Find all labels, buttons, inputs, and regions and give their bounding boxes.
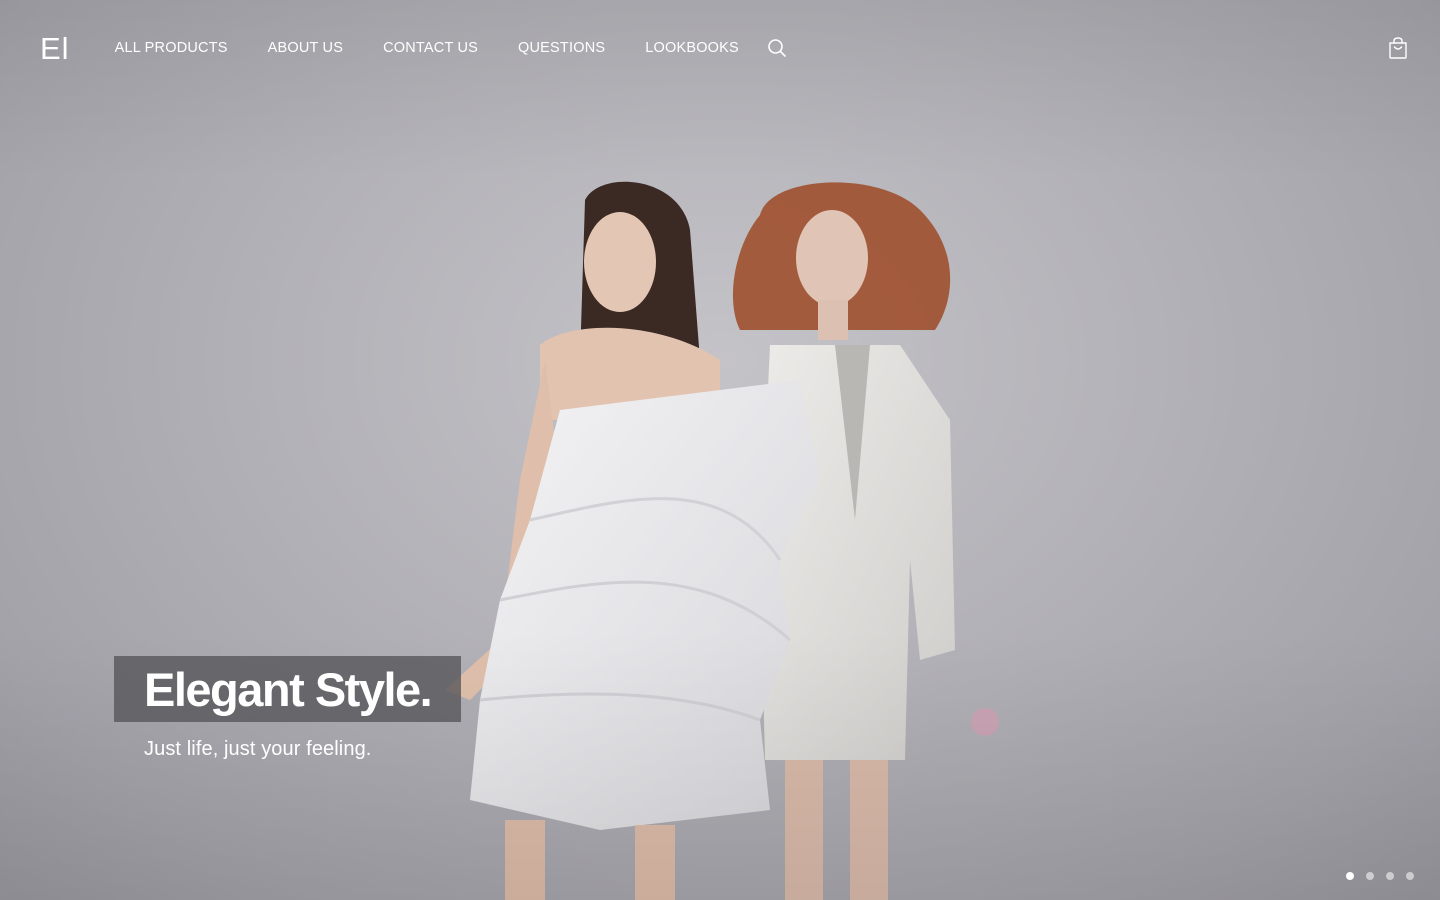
slider-dot-3[interactable] — [1386, 872, 1394, 880]
search-icon[interactable] — [767, 38, 787, 58]
site-header: El ALL PRODUCTS ABOUT US CONTACT US QUES… — [0, 0, 1440, 96]
hero-slider: El ALL PRODUCTS ABOUT US CONTACT US QUES… — [0, 0, 1440, 900]
headline-box: Elegant Style. — [114, 656, 462, 722]
nav-item-questions[interactable]: QUESTIONS — [518, 40, 605, 56]
hero-overlay — [0, 0, 1440, 900]
slider-dot-4[interactable] — [1406, 872, 1414, 880]
brand-logo[interactable]: El — [40, 33, 70, 64]
slider-dots — [1346, 872, 1414, 880]
nav-item-all-products[interactable]: ALL PRODUCTS — [115, 40, 228, 56]
hero-subheadline: Just life, just your feeling. — [144, 738, 372, 760]
hero-headline: Elegant Style. — [144, 662, 433, 716]
slider-dot-1[interactable] — [1346, 872, 1354, 880]
slider-dot-2[interactable] — [1366, 872, 1374, 880]
nav-item-about-us[interactable]: ABOUT US — [268, 40, 343, 56]
nav-item-lookbooks[interactable]: LOOKBOOKS — [645, 40, 739, 56]
shopping-bag-icon[interactable] — [1386, 36, 1410, 60]
nav-item-contact-us[interactable]: CONTACT US — [383, 40, 478, 56]
main-nav: ALL PRODUCTS ABOUT US CONTACT US QUESTIO… — [115, 38, 787, 58]
